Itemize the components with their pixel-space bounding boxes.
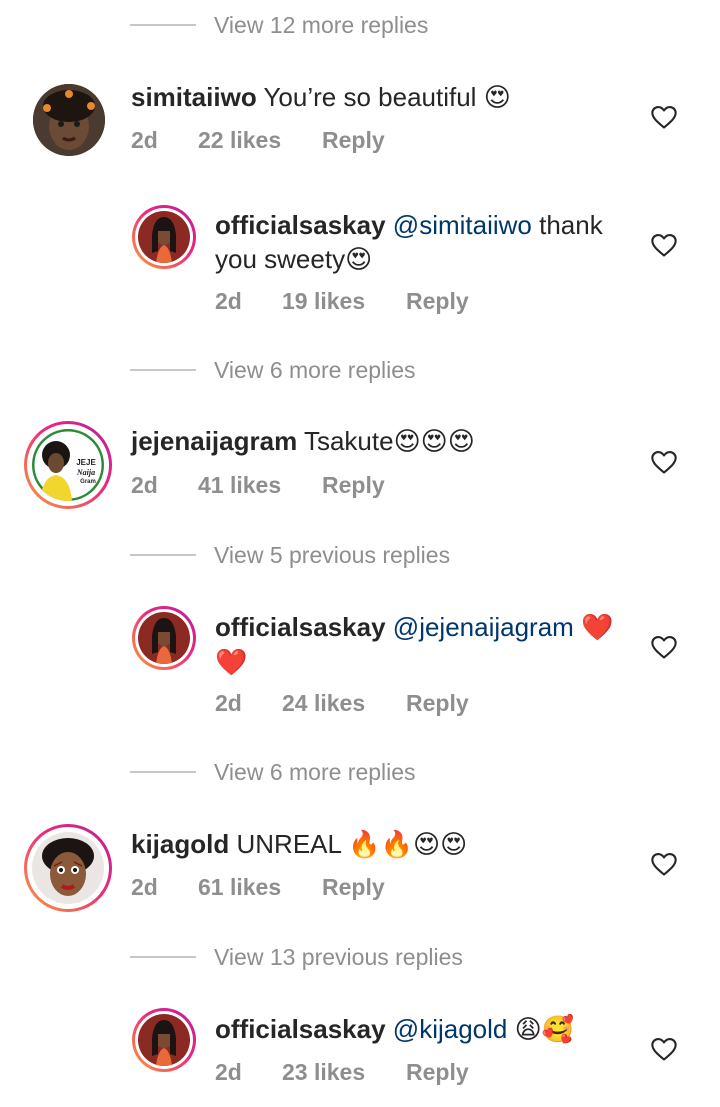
avatar-image xyxy=(138,1014,190,1066)
avatar[interactable]: JEJE Naija Gram xyxy=(24,421,112,509)
comment-body: kijagold UNREAL 🔥🔥😍😍 xyxy=(131,827,467,862)
reply-button[interactable]: Reply xyxy=(322,127,385,154)
view-previous-replies[interactable]: View 5 previous replies xyxy=(130,540,450,570)
reply-button[interactable]: Reply xyxy=(406,690,469,717)
username[interactable]: kijagold xyxy=(131,829,229,859)
mention-link[interactable]: @jejenaijagram xyxy=(393,612,574,642)
comment-text: UNREAL xyxy=(236,829,341,859)
view-replies-label: View 13 previous replies xyxy=(214,943,463,970)
heart-icon[interactable] xyxy=(650,103,678,131)
likes-count[interactable]: 23 likes xyxy=(282,1059,406,1086)
view-previous-replies[interactable]: View 13 previous replies xyxy=(130,942,463,972)
heart-icon[interactable] xyxy=(650,231,678,259)
divider-line xyxy=(130,24,196,26)
avatar-logo-text: Naija xyxy=(76,468,95,477)
comment-body: officialsaskay @simitaiiwo thank you swe… xyxy=(215,208,645,277)
comment-meta: 2d 22 likes Reply xyxy=(131,127,385,154)
comment-text: You’re so beautiful xyxy=(263,82,477,112)
view-more-replies[interactable]: View 6 more replies xyxy=(130,757,416,787)
username[interactable]: officialsaskay xyxy=(215,612,386,642)
avatar-image xyxy=(138,612,190,664)
divider-line xyxy=(130,369,196,371)
reply-button[interactable]: Reply xyxy=(406,288,469,315)
view-more-replies[interactable]: View 12 more replies xyxy=(130,10,428,40)
avatar[interactable] xyxy=(132,1008,196,1072)
username[interactable]: jejenaijagram xyxy=(131,426,297,456)
timestamp: 2d xyxy=(215,1059,242,1085)
view-replies-label: View 6 more replies xyxy=(214,356,416,383)
avatar-image: JEJE Naija Gram xyxy=(32,429,104,501)
reply-button[interactable]: Reply xyxy=(322,874,385,901)
timestamp: 2d xyxy=(131,127,158,153)
likes-count[interactable]: 24 likes xyxy=(282,690,406,717)
comment-text: Tsakute xyxy=(303,426,394,456)
emoji: 😍😍😍 xyxy=(393,427,475,457)
heart-emoji: ❤️ xyxy=(215,648,248,678)
avatar-logo-text: JEJE xyxy=(76,458,96,467)
likes-count[interactable]: 22 likes xyxy=(198,127,322,154)
divider-line xyxy=(130,771,196,773)
comment-body: jejenaijagram Tsakute😍😍😍 xyxy=(131,424,475,459)
comment-body: officialsaskay @jejenaijagram ❤️ ❤️ xyxy=(215,610,635,680)
comment-meta: 2d 61 likes Reply xyxy=(131,874,385,901)
reply-button[interactable]: Reply xyxy=(322,472,385,499)
comment-text-continued: you sweety xyxy=(215,244,346,274)
comment-body: officialsaskay @kijagold 😩🥰 xyxy=(215,1012,635,1047)
timestamp: 2d xyxy=(131,874,158,900)
avatar[interactable] xyxy=(132,205,196,269)
view-replies-label: View 12 more replies xyxy=(214,11,429,38)
mention-link[interactable]: @kijagold xyxy=(393,1014,508,1044)
emoji: 😍 xyxy=(345,245,373,275)
avatar-image xyxy=(32,832,104,904)
emoji: 😍 xyxy=(483,83,511,113)
mention-link[interactable]: @simitaiiwo xyxy=(393,210,532,240)
comment-meta: 2d 24 likes Reply xyxy=(215,690,469,717)
view-replies-label: View 5 previous replies xyxy=(214,541,451,568)
heart-icon[interactable] xyxy=(650,850,678,878)
divider-line xyxy=(130,956,196,958)
username[interactable]: simitaiiwo xyxy=(131,82,257,112)
comment-body: simitaiiwo You’re so beautiful 😍 xyxy=(131,80,511,115)
comment-meta: 2d 23 likes Reply xyxy=(215,1059,469,1086)
divider-line xyxy=(130,554,196,556)
avatar[interactable] xyxy=(24,824,112,912)
heart-icon[interactable] xyxy=(650,448,678,476)
heart-icon[interactable] xyxy=(650,633,678,661)
username[interactable]: officialsaskay xyxy=(215,210,386,240)
avatar-image xyxy=(138,211,190,263)
likes-count[interactable]: 61 likes xyxy=(198,874,322,901)
avatar-logo-text: Gram xyxy=(80,479,96,485)
emoji: 🔥🔥😍😍 xyxy=(348,830,468,860)
emoji: 😩🥰 xyxy=(514,1015,575,1045)
comment-meta: 2d 41 likes Reply xyxy=(131,472,385,499)
heart-emoji: ❤️ xyxy=(581,613,614,643)
comment-meta: 2d 19 likes Reply xyxy=(215,288,469,315)
avatar-image xyxy=(33,84,105,156)
avatar[interactable] xyxy=(132,606,196,670)
likes-count[interactable]: 19 likes xyxy=(282,288,406,315)
comment-text: thank xyxy=(539,210,603,240)
timestamp: 2d xyxy=(215,288,242,314)
reply-button[interactable]: Reply xyxy=(406,1059,469,1086)
username[interactable]: officialsaskay xyxy=(215,1014,386,1044)
likes-count[interactable]: 41 likes xyxy=(198,472,322,499)
view-replies-label: View 6 more replies xyxy=(214,758,416,785)
timestamp: 2d xyxy=(215,690,242,716)
timestamp: 2d xyxy=(131,472,158,498)
view-more-replies[interactable]: View 6 more replies xyxy=(130,355,416,385)
heart-icon[interactable] xyxy=(650,1035,678,1063)
avatar[interactable] xyxy=(33,84,105,156)
